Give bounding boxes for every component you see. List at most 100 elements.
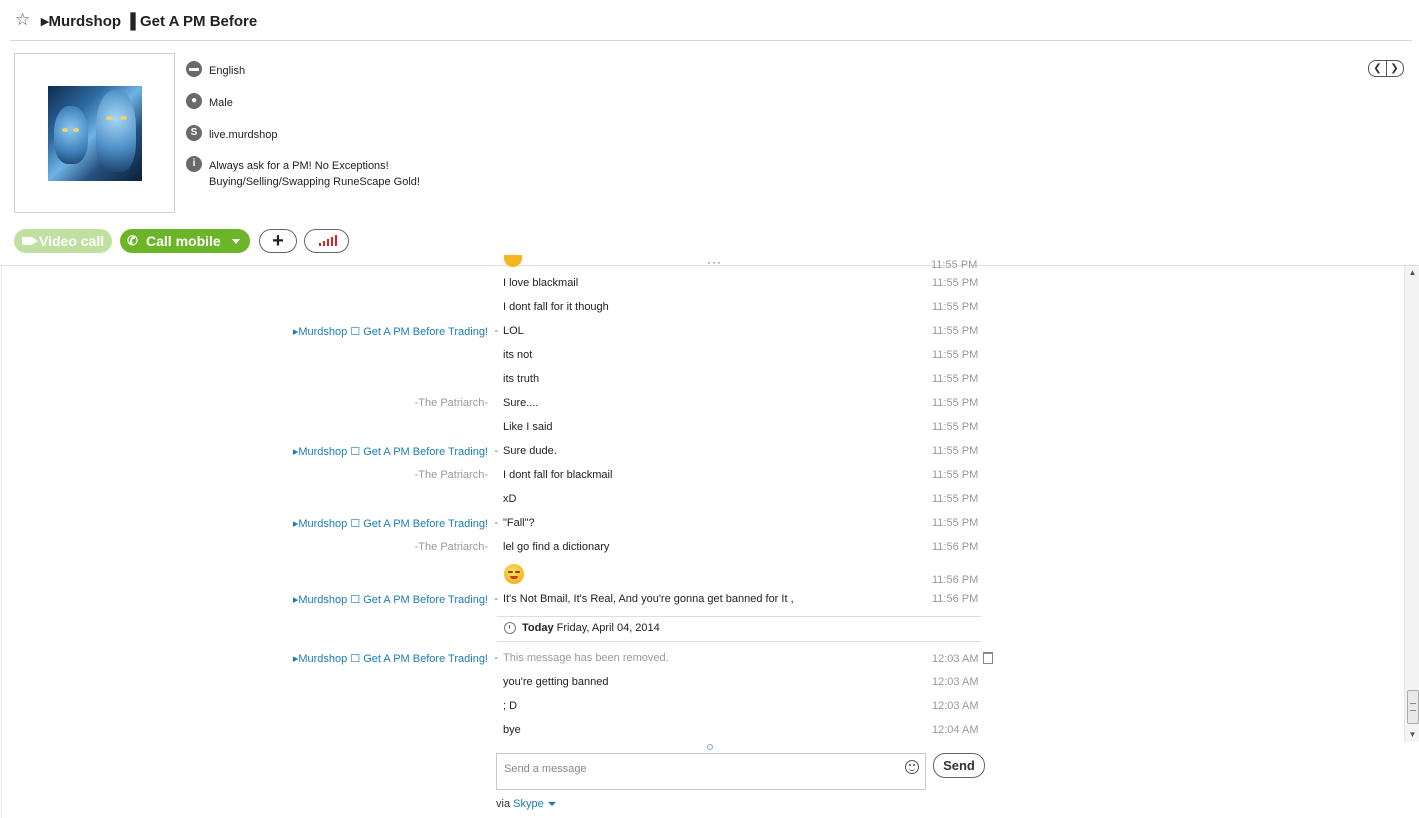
profile-gender: Male [209, 97, 233, 109]
message-text: its not [503, 349, 533, 361]
profile-pager: ❮ ❯ [1368, 60, 1404, 77]
sender-name[interactable]: -The Patriarch- [415, 397, 488, 409]
chevron-down-icon[interactable] [547, 802, 556, 807]
avatar [14, 53, 175, 213]
message-time: 11:56 PM [932, 593, 979, 605]
chevron-down-icon[interactable] [232, 239, 240, 244]
conversation-title: ▸Murdshop ▐ Get A PM Before [41, 13, 258, 30]
speech-bubble-icon: ▬ [186, 61, 202, 77]
sender-name[interactable]: ▸Murdshop ☐ Get A PM Before Trading! [293, 593, 488, 606]
chevron-right-icon[interactable]: ❯ [1386, 61, 1403, 76]
message-text: I dont fall for blackmail [503, 469, 613, 481]
header-divider [10, 40, 1412, 41]
day-separator-date: Friday, April 04, 2014 [556, 622, 660, 634]
message-text: Sure dude. [503, 445, 557, 457]
star-icon[interactable]: ☆ [15, 11, 33, 29]
message-text: ; D [503, 700, 518, 712]
via-skype-link[interactable]: Skype [513, 798, 544, 810]
message-time: 11:55 PM [932, 445, 979, 457]
message-time: 11:55 PM [932, 493, 979, 505]
message-time: 11:56 PM [932, 541, 979, 553]
day-separator-line [497, 641, 981, 642]
smirk-emoji [504, 564, 524, 584]
message-time: 11:55 PM [932, 421, 979, 433]
sender-name[interactable]: -The Patriarch- [415, 469, 488, 481]
day-separator: Today Friday, April 04, 2014 [522, 622, 660, 634]
sender-name[interactable]: ▸Murdshop ☐ Get A PM Before Trading! [293, 325, 488, 338]
day-separator-today: Today [522, 622, 554, 634]
message-time: 11:55 PM [932, 325, 979, 337]
scroll-down-arrow-icon[interactable]: ▼ [1405, 728, 1419, 742]
add-button[interactable]: + [259, 229, 297, 253]
message-text: It's Not Bmail, It's Real, And you're go… [503, 593, 794, 605]
emoticon-icon[interactable] [905, 760, 919, 774]
message-time: 12:03 AM [932, 653, 979, 665]
message-text: bye [503, 724, 521, 736]
video-call-label: Video call [39, 233, 105, 249]
trash-icon[interactable] [983, 652, 993, 664]
sender-name[interactable]: ▸Murdshop ☐ Get A PM Before Trading! [293, 517, 488, 530]
via-selector: via Skype [496, 798, 556, 810]
message-time: 11:55 PM [932, 397, 979, 409]
phone-icon: ✆ [127, 233, 138, 248]
send-button[interactable]: Send [933, 753, 985, 778]
profile-mood-line2: Buying/Selling/Swapping RuneScape Gold! [209, 176, 420, 188]
message-text: its truth [503, 373, 540, 385]
call-mobile-label: Call mobile [146, 233, 221, 249]
plus-icon: + [272, 230, 284, 252]
call-mobile-button[interactable]: ✆ Call mobile [120, 229, 250, 253]
profile-language: English [209, 65, 246, 77]
chevron-left-icon[interactable]: ❮ [1369, 61, 1387, 76]
sender-name[interactable]: ▸Murdshop ☐ Get A PM Before Trading! [293, 445, 488, 458]
message-time: 11:55 PM [932, 277, 979, 289]
video-call-button[interactable]: Video call [14, 229, 112, 253]
message-text: Like I said [503, 421, 553, 433]
message-text: you're getting banned [503, 676, 609, 688]
message-text: I dont fall for it though [503, 301, 609, 313]
info-icon: i [186, 156, 202, 172]
sender-name[interactable]: -The Patriarch- [415, 541, 488, 553]
person-icon: ● [186, 93, 202, 109]
removed-message-text: This message has been removed. [503, 652, 669, 664]
avatar-image [48, 86, 142, 181]
sender-dash: - [494, 593, 498, 605]
message-input-box[interactable] [496, 753, 926, 790]
call-quality-button[interactable] [304, 229, 349, 253]
message-time: 11:55 PM [932, 301, 979, 313]
message-text: Sure.... [503, 397, 539, 409]
message-time: 11:55 PM [932, 469, 979, 481]
expand-profile-handle[interactable]: ··· [707, 255, 722, 269]
profile-skype-name: live.murdshop [209, 129, 278, 141]
skype-icon: S [186, 125, 202, 141]
profile-mood-line1: Always ask for a PM! No Exceptions! [209, 160, 389, 172]
message-time: 11:55 PM [931, 259, 978, 271]
scrollbar-thumb[interactable] [1407, 690, 1419, 724]
profile-divider [0, 265, 1419, 266]
typing-indicator-icon [707, 744, 713, 750]
message-text: xD [503, 493, 517, 505]
message-input[interactable] [497, 754, 901, 784]
sender-dash: - [494, 445, 498, 457]
chat-scrollbar[interactable]: ▲ ▼ [1404, 266, 1419, 742]
sender-dash: - [494, 652, 498, 664]
message-text: "Fall"? [503, 517, 535, 529]
sender-name[interactable]: ▸Murdshop ☐ Get A PM Before Trading! [293, 652, 488, 665]
scroll-up-arrow-icon[interactable]: ▲ [1405, 266, 1419, 280]
sender-dash: - [494, 517, 498, 529]
message-time: 11:55 PM [932, 349, 979, 361]
window-edge [1, 266, 2, 818]
message-time: 12:03 AM [932, 700, 979, 712]
clock-icon [504, 622, 516, 634]
message-time: 12:03 AM [932, 676, 979, 688]
message-text: LOL [503, 325, 524, 337]
message-time: 11:55 PM [932, 373, 979, 385]
message-text: lel go find a dictionary [503, 541, 610, 553]
sender-dash: - [494, 325, 498, 337]
day-separator-line [497, 616, 981, 617]
message-time: 12:04 AM [932, 724, 979, 736]
message-time: 11:56 PM [932, 574, 979, 586]
message-time: 11:55 PM [932, 517, 979, 529]
video-camera-icon [22, 237, 38, 245]
message-text: I love blackmail [503, 277, 579, 289]
via-prefix: via [496, 798, 511, 810]
